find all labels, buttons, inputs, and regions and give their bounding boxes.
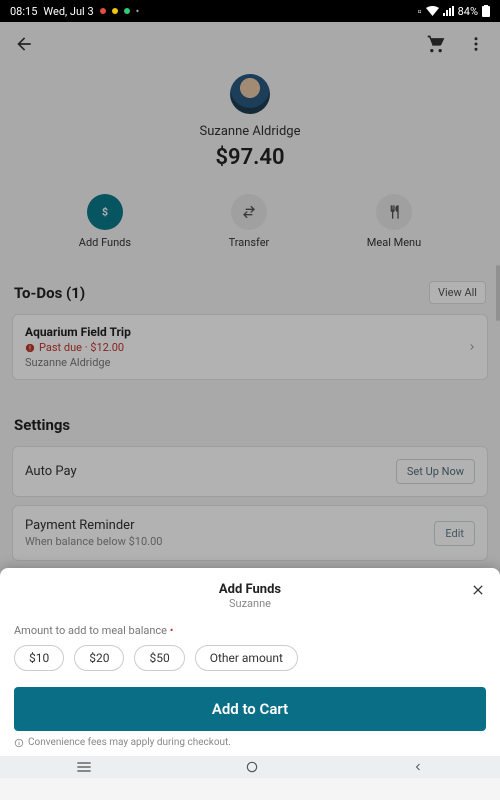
status-vowifi-icon: ▫ — [418, 5, 422, 18]
more-icon[interactable] — [464, 32, 488, 56]
scroll-indicator[interactable] — [496, 265, 500, 321]
action-label: Meal Menu — [367, 236, 421, 249]
action-label: Add Funds — [79, 236, 131, 249]
fee-note-text: Convenience fees may apply during checko… — [28, 737, 231, 748]
fee-note: Convenience fees may apply during checko… — [14, 737, 486, 748]
transfer-icon — [231, 194, 267, 230]
meal-menu-action[interactable]: Meal Menu — [367, 194, 421, 249]
todo-title: Aquarium Field Trip — [25, 325, 475, 339]
status-date: Wed, Jul 3 — [43, 5, 93, 18]
todo-status-text: Past due · $12.00 — [39, 341, 124, 354]
transfer-action[interactable]: Transfer — [229, 194, 270, 249]
todos-title: To-Dos (1) — [14, 284, 85, 302]
alert-icon — [25, 343, 35, 353]
todos-header-row: To-Dos (1) View All — [0, 267, 500, 314]
student-name: Suzanne Aldridge — [0, 124, 500, 139]
payment-reminder-row[interactable]: Payment Reminder When balance below $10.… — [12, 505, 488, 561]
back-button[interactable] — [12, 32, 36, 56]
balance-amount: $97.40 — [0, 145, 500, 170]
avatar[interactable] — [230, 74, 270, 114]
dollar-icon: $ — [87, 194, 123, 230]
android-nav-bar — [0, 756, 500, 778]
sheet-subtitle: Suzanne — [14, 597, 486, 610]
close-icon[interactable] — [470, 582, 486, 598]
todo-status: Past due · $12.00 — [25, 341, 475, 354]
setup-now-button[interactable]: Set Up Now — [396, 459, 475, 484]
amount-chip-50[interactable]: $50 — [134, 645, 184, 671]
action-row: $ Add Funds Transfer Meal Menu — [0, 184, 500, 267]
battery-icon — [482, 5, 490, 17]
status-signal-icon — [443, 6, 454, 16]
home-button[interactable] — [245, 760, 259, 774]
notif-dot — [100, 8, 106, 14]
profile-header: Suzanne Aldridge $97.40 — [0, 66, 500, 184]
setting-label: Auto Pay — [25, 464, 77, 479]
notif-dot — [124, 8, 130, 14]
status-time: 08:15 — [10, 5, 37, 18]
status-battery: 84% — [458, 5, 478, 18]
sheet-title: Add Funds — [14, 582, 486, 597]
autopay-row[interactable]: Auto Pay Set Up Now — [12, 446, 488, 497]
recents-button[interactable] — [76, 761, 92, 773]
add-to-cart-button[interactable]: Add to Cart — [14, 687, 486, 731]
svg-text:$: $ — [102, 206, 108, 219]
cart-icon[interactable] — [424, 32, 448, 56]
info-icon — [14, 738, 24, 748]
chevron-right-icon — [467, 340, 477, 354]
view-all-button[interactable]: View All — [429, 281, 486, 304]
amount-chip-other[interactable]: Other amount — [195, 645, 298, 671]
edit-button[interactable]: Edit — [434, 521, 475, 546]
settings-title: Settings — [14, 416, 486, 434]
add-funds-sheet: Add Funds Suzanne Amount to add to meal … — [0, 568, 500, 756]
amount-chip-10[interactable]: $10 — [14, 645, 64, 671]
status-wifi-icon — [426, 6, 439, 16]
notif-more: • — [136, 5, 140, 18]
setting-sub: When balance below $10.00 — [25, 535, 162, 548]
setting-label: Payment Reminder — [25, 518, 162, 533]
action-label: Transfer — [229, 236, 270, 249]
notif-dot — [112, 8, 118, 14]
back-nav-button[interactable] — [412, 760, 424, 774]
amount-chip-20[interactable]: $20 — [74, 645, 124, 671]
meal-menu-icon — [376, 194, 412, 230]
todo-student: Suzanne Aldridge — [25, 356, 475, 369]
amount-field-label: Amount to add to meal balance • — [14, 624, 486, 637]
add-funds-action[interactable]: $ Add Funds — [79, 194, 131, 249]
amount-chip-row: $10 $20 $50 Other amount — [14, 645, 486, 671]
app-bar — [0, 22, 500, 66]
android-status-bar: 08:15 Wed, Jul 3 • ▫ 84% — [0, 0, 500, 22]
todo-card[interactable]: Aquarium Field Trip Past due · $12.00 Su… — [12, 314, 488, 380]
